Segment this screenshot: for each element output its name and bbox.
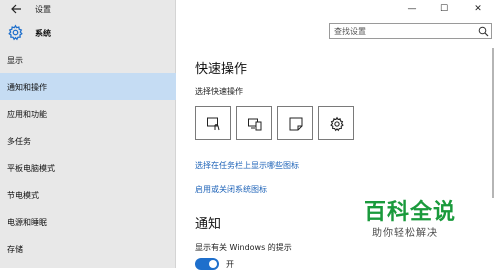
watermark-title: 百科全说	[364, 200, 457, 225]
quick-actions-subtitle: 选择快速操作	[195, 87, 243, 96]
sidebar-item-label: 节电模式	[7, 191, 39, 200]
window-title: 设置	[35, 5, 51, 14]
quick-action-tablet-mode[interactable]	[195, 106, 231, 140]
scroll-thumb[interactable]	[492, 48, 494, 198]
back-arrow-icon[interactable]	[9, 2, 23, 16]
quick-action-connect[interactable]	[236, 106, 272, 140]
sidebar-item-label: 存储	[7, 245, 23, 254]
sidebar-item-battery-saver[interactable]: 节电模式	[0, 181, 176, 208]
sidebar-item-tablet-mode[interactable]: 平板电脑模式	[0, 154, 176, 181]
sidebar-item-notifications[interactable]: 通知和操作	[0, 73, 176, 100]
sidebar-item-display[interactable]: 显示	[0, 46, 176, 73]
search-icon[interactable]	[478, 26, 489, 37]
sidebar-item-power-sleep[interactable]: 电源和睡眠	[0, 208, 176, 235]
maximize-button[interactable]: ☐	[428, 0, 460, 18]
section-title: 系统	[35, 29, 51, 38]
minimize-button[interactable]: —	[396, 0, 428, 18]
toggle-state-label: 开	[226, 260, 234, 269]
sidebar-item-label: 显示	[7, 56, 23, 65]
scrollbar[interactable]	[490, 46, 496, 268]
windows-tips-label: 显示有关 Windows 的提示	[195, 243, 292, 252]
taskbar-icons-link[interactable]: 选择在任务栏上显示哪些图标	[195, 160, 299, 171]
sidebar-item-apps[interactable]: 应用和功能	[0, 100, 176, 127]
windows-tips-toggle[interactable]	[195, 258, 219, 270]
sidebar-item-label: 平板电脑模式	[7, 164, 55, 173]
search-input[interactable]: 查找设置	[329, 23, 492, 39]
sidebar-item-label: 电源和睡眠	[7, 218, 47, 227]
quick-action-note[interactable]	[277, 106, 313, 140]
quick-actions-heading: 快速操作	[195, 62, 248, 77]
sidebar-item-label: 应用和功能	[7, 110, 47, 119]
connect-icon	[248, 118, 262, 131]
note-icon	[289, 117, 303, 131]
search-placeholder: 查找设置	[334, 27, 366, 36]
title-bar: 设置 — ☐ ✕	[0, 0, 500, 18]
sidebar-item-storage[interactable]: 存储	[0, 235, 176, 262]
settings-icon	[330, 116, 344, 132]
watermark-subtitle: 助你轻松解决	[372, 228, 438, 239]
quick-action-settings[interactable]	[318, 106, 354, 140]
gear-icon	[7, 24, 24, 41]
system-icons-link[interactable]: 启用或关闭系统图标	[195, 184, 267, 195]
notifications-heading: 通知	[195, 217, 222, 232]
sidebar-item-multitasking[interactable]: 多任务	[0, 127, 176, 154]
sidebar-item-label: 多任务	[7, 137, 31, 146]
close-button[interactable]: ✕	[462, 0, 494, 18]
sidebar-item-label: 通知和操作	[7, 83, 47, 92]
tablet-mode-icon	[207, 117, 220, 131]
system-header: 系统	[0, 22, 176, 44]
